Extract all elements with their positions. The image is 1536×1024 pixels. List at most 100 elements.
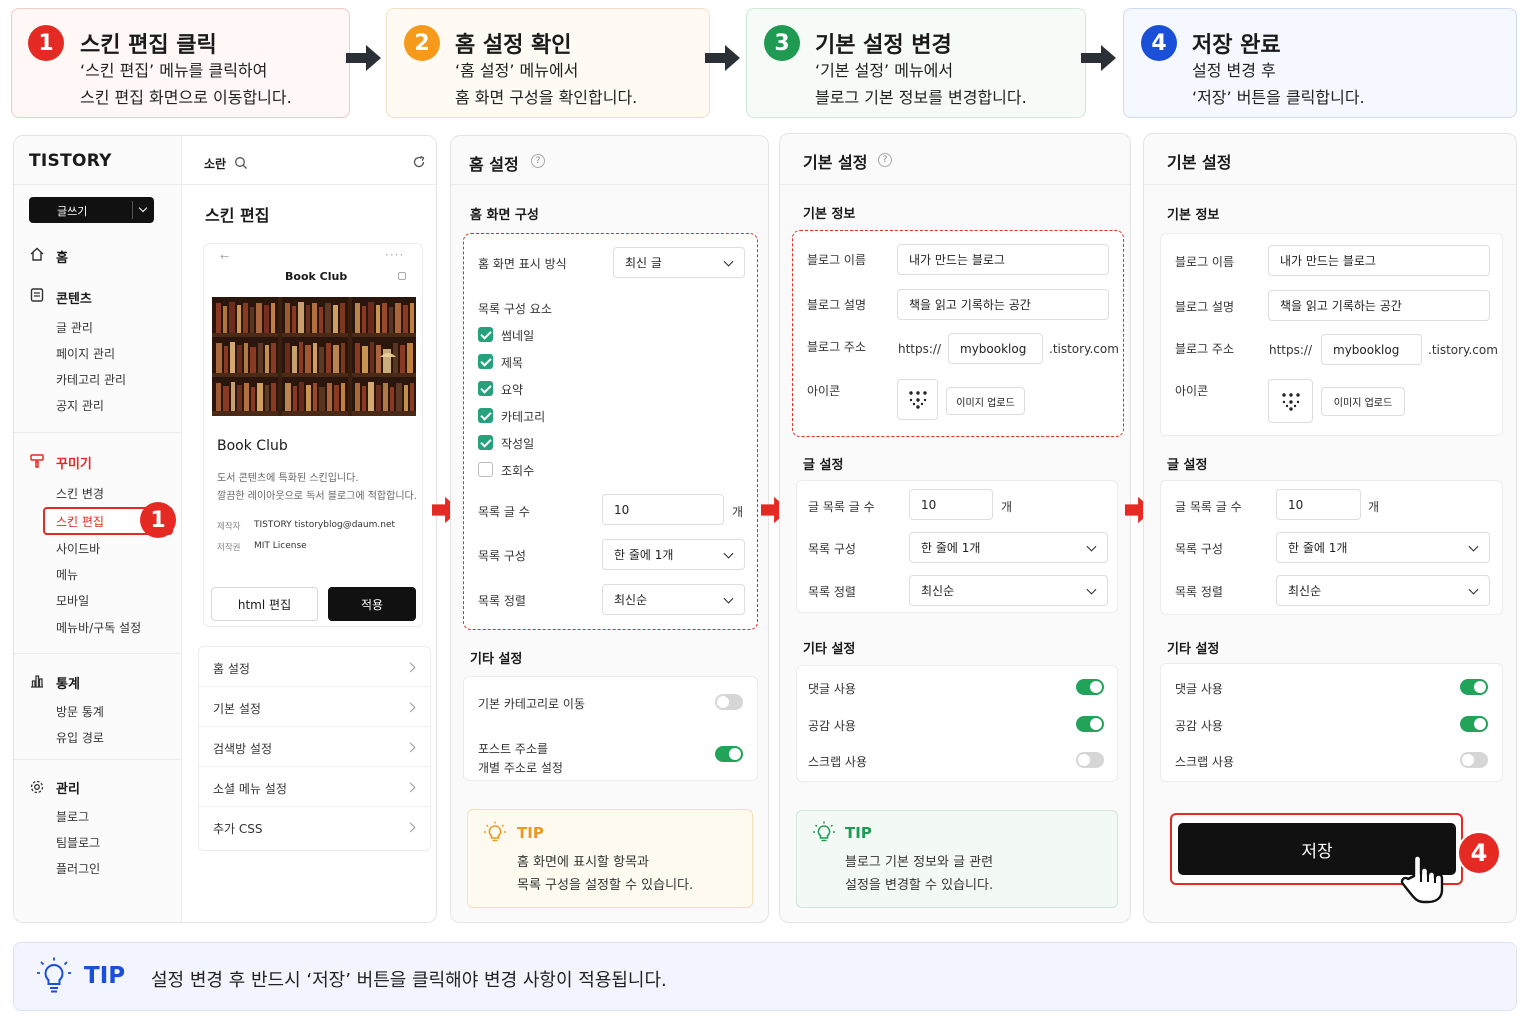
nav-mobile[interactable]: 모바일: [56, 592, 89, 609]
chevron-down-icon: [138, 203, 148, 213]
list-sort-select[interactable]: 최신순: [909, 575, 1108, 606]
nav-menubar-subscribe[interactable]: 메뉴바/구독 설정: [56, 619, 141, 636]
step-card-1: 1 스킨 편집 클릭 ‘스킨 편집’ 메뉴를 클릭하여 스킨 편집 화면으로 이…: [11, 8, 350, 118]
blog-name-input[interactable]: 내가 만드는 블로그: [1268, 245, 1490, 276]
nav-plugin[interactable]: 플러그인: [56, 860, 100, 877]
list-sort-select[interactable]: 최신순: [1276, 575, 1490, 606]
menu-search-settings[interactable]: 검색방 설정: [199, 727, 430, 767]
lightbulb-icon: [484, 821, 506, 842]
etc-title: 기타 설정: [803, 642, 856, 657]
nav-page-manage[interactable]: 페이지 관리: [56, 345, 115, 362]
skin-desc-1: 도서 콘텐츠에 특화된 스킨입니다.: [217, 473, 359, 484]
nav-skin-edit[interactable]: 스킨 편집: [56, 513, 104, 530]
section-title: 기본 정보: [803, 207, 856, 222]
like-toggle[interactable]: [1076, 716, 1104, 732]
scrap-toggle[interactable]: [1076, 752, 1104, 768]
nav-decorate[interactable]: 꾸미기: [56, 453, 92, 472]
html-edit-button[interactable]: html 편집: [211, 587, 318, 621]
nav-content[interactable]: 콘텐츠: [56, 288, 92, 307]
like-toggle[interactable]: [1460, 716, 1488, 732]
list-layout-select[interactable]: 한 줄에 1개: [1276, 532, 1490, 563]
write-button[interactable]: 글쓰기: [29, 197, 154, 223]
nav-home[interactable]: 홈: [56, 247, 68, 266]
addr-suffix: .tistory.com: [1049, 342, 1119, 356]
tip-text-1: 블로그 기본 정보와 글 관련: [845, 855, 994, 870]
nav-manage[interactable]: 관리: [56, 778, 80, 797]
menu-home-settings[interactable]: 홈 설정: [199, 647, 430, 687]
nav-notice-manage[interactable]: 공지 관리: [56, 397, 104, 414]
nav-stats[interactable]: 통계: [56, 673, 80, 692]
step-badge-4: 4: [1457, 831, 1501, 875]
nav-skin-change[interactable]: 스킨 변경: [56, 485, 104, 502]
post-count-unit: 개: [1001, 500, 1013, 514]
skin-card: ← ···· Book Club Book Club 도서 콘텐츠에 특화된 스…: [203, 243, 423, 627]
input-value: mybooklog: [960, 341, 1027, 356]
nav-sidebar[interactable]: 사이드바: [56, 540, 100, 557]
comment-toggle[interactable]: [1460, 679, 1488, 695]
back-icon: ←: [220, 250, 230, 263]
refresh-icon[interactable]: [412, 155, 426, 169]
menu-label: 기본 설정: [213, 702, 261, 716]
post-count-input[interactable]: 10: [1276, 489, 1361, 520]
list-sort-label: 목록 정렬: [1175, 585, 1223, 599]
checkbox-thumbnail[interactable]: [478, 327, 493, 342]
blog-desc-input[interactable]: 책을 읽고 기록하는 공간: [1268, 290, 1490, 321]
post-count-input[interactable]: 10: [909, 489, 993, 520]
list-sort-select[interactable]: 최신순: [602, 584, 745, 615]
display-mode-select[interactable]: 최신 글: [613, 247, 745, 278]
section-title: 기본 정보: [1167, 208, 1220, 223]
maker-label: 제작자: [217, 522, 241, 532]
nav-category-manage[interactable]: 카테고리 관리: [56, 371, 126, 388]
tip-box: TIP 블로그 기본 정보와 글 관련 설정을 변경할 수 있습니다.: [796, 810, 1118, 908]
comment-toggle[interactable]: [1076, 679, 1104, 695]
help-icon[interactable]: ?: [878, 153, 892, 167]
upload-image-button[interactable]: 이미지 업로드: [1321, 387, 1405, 416]
blog-addr-input[interactable]: mybooklog: [1321, 334, 1422, 365]
nav-menu[interactable]: 메뉴: [56, 566, 78, 583]
nav-post-manage[interactable]: 글 관리: [56, 319, 93, 336]
blog-name-input[interactable]: 내가 만드는 블로그: [897, 244, 1109, 275]
upload-label: 이미지 업로드: [1333, 398, 1393, 409]
nav-team-blog[interactable]: 팀블로그: [56, 834, 100, 851]
checkbox-label: 작성일: [501, 437, 535, 451]
scrap-toggle[interactable]: [1460, 752, 1488, 768]
blog-addr-input[interactable]: mybooklog: [948, 333, 1043, 364]
apply-button[interactable]: 적용: [328, 587, 416, 621]
input-value: 10: [614, 502, 630, 517]
menu-label: 추가 CSS: [213, 822, 263, 836]
nav-visit-stats[interactable]: 방문 통계: [56, 703, 104, 720]
post-count-input[interactable]: 10: [602, 494, 724, 525]
checkbox-label: 조회수: [501, 464, 535, 478]
checkbox-summary[interactable]: [478, 381, 493, 396]
checkbox-date[interactable]: [478, 435, 493, 450]
step-desc-2b: 홈 화면 구성을 확인합니다.: [455, 88, 638, 107]
checkbox-title[interactable]: [478, 354, 493, 369]
upload-image-button[interactable]: 이미지 업로드: [946, 387, 1025, 415]
panel-title: 기본 설정: [803, 153, 868, 172]
chevron-right-icon: [405, 782, 416, 793]
preview-title: Book Club: [285, 270, 348, 283]
default-category-toggle[interactable]: [715, 694, 743, 710]
list-layout-select[interactable]: 한 줄에 1개: [602, 539, 745, 570]
menu-social-settings[interactable]: 소셜 메뉴 설정: [199, 767, 430, 807]
checkbox-views[interactable]: [478, 462, 493, 477]
help-icon[interactable]: ?: [531, 154, 545, 168]
apply-label: 적용: [360, 597, 384, 612]
search-icon[interactable]: [234, 156, 248, 170]
menu-extra-css[interactable]: 추가 CSS: [199, 807, 430, 847]
panel-skin-edit: TISTORY 글쓰기 홈 콘텐츠 글 관리 페이지 관리 카테고리 관리 공지…: [13, 135, 437, 923]
nav-blog[interactable]: 블로그: [56, 808, 89, 825]
like-label: 공감 사용: [1175, 719, 1223, 733]
etc-title: 기타 설정: [470, 652, 523, 667]
checkbox-label: 요약: [501, 383, 524, 397]
blog-addr-label: 블로그 주소: [1175, 342, 1235, 356]
post-count-label: 목록 글 수: [478, 505, 530, 519]
post-address-toggle[interactable]: [715, 746, 743, 762]
menu-basic-settings[interactable]: 기본 설정: [199, 687, 430, 727]
input-value: 책을 읽고 기록하는 공간: [909, 298, 1031, 312]
blog-desc-input[interactable]: 책을 읽고 기록하는 공간: [897, 289, 1109, 320]
panel-title: 홈 설정: [469, 155, 519, 174]
nav-referrer[interactable]: 유입 경로: [56, 729, 104, 746]
list-layout-select[interactable]: 한 줄에 1개: [909, 532, 1108, 563]
checkbox-category[interactable]: [478, 408, 493, 423]
